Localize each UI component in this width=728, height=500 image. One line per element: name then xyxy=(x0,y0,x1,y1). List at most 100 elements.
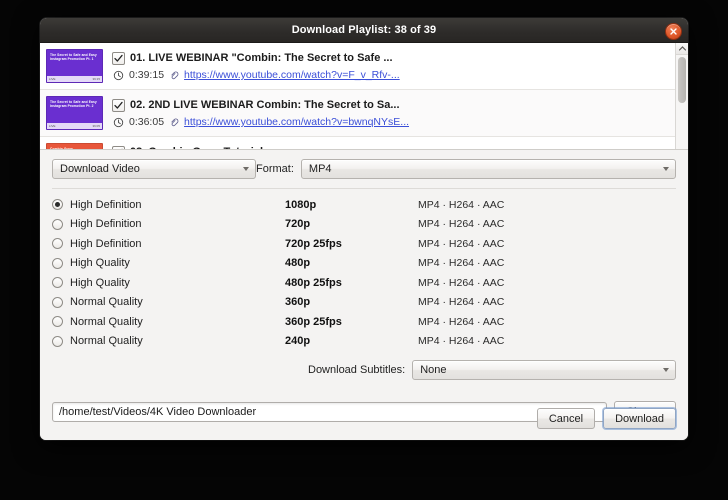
chevron-down-icon xyxy=(243,167,249,171)
download-type-select[interactable]: Download Video xyxy=(52,159,256,179)
quality-row[interactable]: High Quality 480p 25fps MP4 · H264 · AAC xyxy=(52,273,676,293)
close-button[interactable] xyxy=(665,23,682,40)
scroll-up-button[interactable] xyxy=(676,43,688,55)
quality-resolution: 360p 25fps xyxy=(285,315,342,328)
close-icon xyxy=(670,28,677,35)
quality-options-table: High Definition 1080p MP4 · H264 · AAC H… xyxy=(40,189,688,351)
quality-row[interactable]: High Quality 480p MP4 · H264 · AAC xyxy=(52,254,676,274)
download-options-row: Download Video Format: MP4 xyxy=(40,150,688,179)
playlist-list[interactable]: The Secret to Safe and Easy Instagram Pr… xyxy=(40,43,688,150)
list-item-meta-row: 0:36:05 https://www.youtube.com/watch?v=… xyxy=(112,114,669,130)
thumbnail-title: The Secret to Safe and Easy Instagram Pr… xyxy=(50,100,97,109)
quality-codec: MP4 · H264 · AAC xyxy=(418,198,505,211)
window-titlebar: Download Playlist: 38 of 39 xyxy=(40,18,688,43)
item-title: 02. 2ND LIVE WEBINAR Combin: The Secret … xyxy=(130,99,400,111)
item-url[interactable]: https://www.youtube.com/watch?v=F_v_Rfv-… xyxy=(184,69,400,81)
list-item-title-row: 03. Combin Grow Tutorial xyxy=(112,143,669,149)
list-item-title-row: 01. LIVE WEBINAR "Combin: The Secret to … xyxy=(112,49,669,67)
quality-codec: MP4 · H264 · AAC xyxy=(418,276,505,289)
format-value: MP4 xyxy=(308,163,332,175)
list-item[interactable]: Combin Grow 03. Combin Grow Tutorial xyxy=(40,137,675,149)
quality-resolution: 1080p xyxy=(285,198,317,211)
quality-label: High Definition xyxy=(70,237,142,250)
quality-row[interactable]: Normal Quality 360p 25fps MP4 · H264 · A… xyxy=(52,312,676,332)
check-icon xyxy=(114,54,123,62)
quality-resolution: 360p xyxy=(285,296,311,309)
quality-label: High Quality xyxy=(70,257,130,270)
thumbnail-footer-right: 39:15 xyxy=(92,77,100,81)
quality-codec: MP4 · H264 · AAC xyxy=(418,315,505,328)
check-icon xyxy=(121,148,123,149)
quality-resolution: 240p xyxy=(285,335,311,348)
subtitles-row: Download Subtitles: None xyxy=(52,351,688,380)
cancel-button[interactable]: Cancel xyxy=(536,408,596,429)
quality-row[interactable]: High Definition 720p 25fps MP4 · H264 · … xyxy=(52,234,676,254)
subtitles-label: Download Subtitles: xyxy=(308,364,406,376)
subtitles-value: None xyxy=(420,364,447,376)
quality-codec: MP4 · H264 · AAC xyxy=(418,218,505,231)
quality-resolution: 480p xyxy=(285,257,311,270)
quality-label: Normal Quality xyxy=(70,296,143,309)
save-path-input[interactable] xyxy=(52,401,608,422)
link-icon xyxy=(171,71,179,80)
clock-icon xyxy=(113,70,124,80)
subtitles-select[interactable]: None xyxy=(412,360,676,380)
list-item-body: 03. Combin Grow Tutorial 0:08:12 ht xyxy=(103,143,669,149)
quality-codec: MP4 · H264 · AAC xyxy=(418,237,505,250)
chevron-down-icon xyxy=(663,368,669,372)
thumbnail-footer: LIVE 39:15 xyxy=(47,76,102,82)
download-type-value: Download Video xyxy=(60,163,140,175)
download-button[interactable]: Download xyxy=(603,408,676,429)
quality-codec: MP4 · H264 · AAC xyxy=(418,257,505,270)
quality-row[interactable]: High Definition 1080p MP4 · H264 · AAC xyxy=(52,195,676,215)
link-icon xyxy=(171,118,179,127)
item-checkbox[interactable] xyxy=(112,145,125,149)
list-item-title-row: 02. 2ND LIVE WEBINAR Combin: The Secret … xyxy=(112,96,669,114)
item-checkbox[interactable] xyxy=(112,51,125,65)
quality-codec: MP4 · H264 · AAC xyxy=(418,296,505,309)
quality-row[interactable]: Normal Quality 360p MP4 · H264 · AAC xyxy=(52,293,676,313)
quality-radio[interactable] xyxy=(52,296,63,308)
quality-label: Normal Quality xyxy=(70,315,143,328)
quality-radio[interactable] xyxy=(52,316,63,328)
item-title: 01. LIVE WEBINAR "Combin: The Secret to … xyxy=(130,52,393,64)
quality-row[interactable]: Normal Quality 240p MP4 · H264 · AAC xyxy=(52,332,676,352)
list-item-body: 01. LIVE WEBINAR "Combin: The Secret to … xyxy=(103,49,669,83)
vertical-scrollbar[interactable] xyxy=(675,43,688,149)
scrollbar-thumb[interactable] xyxy=(678,57,686,103)
video-thumbnail: Combin Grow xyxy=(46,143,103,149)
format-label: Format: xyxy=(256,163,294,175)
list-item-meta-row: 0:39:15 https://www.youtube.com/watch?v=… xyxy=(112,67,669,83)
thumbnail-footer-left: LIVE xyxy=(49,77,56,81)
quality-resolution: 720p 25fps xyxy=(285,237,342,250)
quality-radio[interactable] xyxy=(52,199,63,211)
quality-label: High Definition xyxy=(70,198,142,211)
item-url[interactable]: https://www.youtube.com/watch?v=bwnqNYsE… xyxy=(184,116,409,128)
quality-resolution: 720p xyxy=(285,218,311,231)
thumbnail-footer: LIVE 36:05 xyxy=(47,123,102,129)
quality-radio[interactable] xyxy=(52,238,63,250)
window-title: Download Playlist: 38 of 39 xyxy=(291,24,437,36)
quality-radio[interactable] xyxy=(52,218,63,230)
quality-radio[interactable] xyxy=(52,335,63,347)
quality-codec: MP4 · H264 · AAC xyxy=(418,335,505,348)
thumbnail-title: The Secret to Safe and Easy Instagram Pr… xyxy=(50,53,97,62)
format-select[interactable]: MP4 xyxy=(300,159,676,179)
radio-dot-icon xyxy=(55,202,60,208)
download-playlist-dialog: Download Playlist: 38 of 39 The Secret t… xyxy=(40,18,688,440)
thumbnail-footer-right: 36:05 xyxy=(92,124,100,128)
quality-radio[interactable] xyxy=(52,257,63,269)
desktop-background: Download Playlist: 38 of 39 The Secret t… xyxy=(0,0,728,500)
list-item[interactable]: The Secret to Safe and Easy Instagram Pr… xyxy=(40,90,675,137)
thumbnail-title: Combin Grow xyxy=(50,147,73,149)
item-duration: 0:39:15 xyxy=(129,69,165,81)
list-item[interactable]: The Secret to Safe and Easy Instagram Pr… xyxy=(40,43,675,90)
quality-label: High Definition xyxy=(70,218,142,231)
quality-radio[interactable] xyxy=(52,277,63,289)
list-item-body: 02. 2ND LIVE WEBINAR Combin: The Secret … xyxy=(103,96,669,130)
quality-row[interactable]: High Definition 720p MP4 · H264 · AAC xyxy=(52,215,676,235)
chevron-up-icon xyxy=(678,46,686,51)
video-thumbnail: The Secret to Safe and Easy Instagram Pr… xyxy=(46,49,103,83)
item-duration: 0:36:05 xyxy=(129,116,165,128)
item-checkbox[interactable] xyxy=(112,98,125,112)
